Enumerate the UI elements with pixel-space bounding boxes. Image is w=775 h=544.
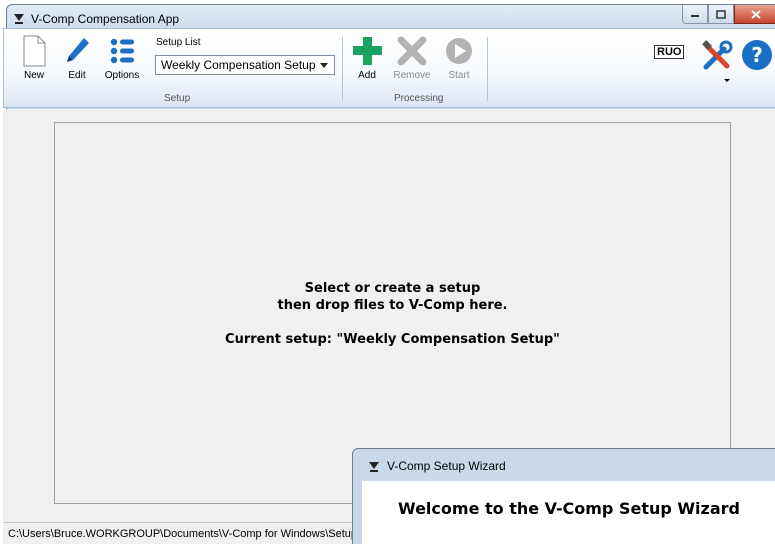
processing-group-label: Processing xyxy=(394,93,444,104)
remove-label: Remove xyxy=(393,70,431,81)
tools-icon[interactable] xyxy=(700,39,734,73)
close-button[interactable] xyxy=(734,5,775,24)
app-icon xyxy=(369,462,379,472)
current-setup-text: Current setup: "Weekly Compensation Setu… xyxy=(225,332,560,347)
tools-dropdown-caret-icon[interactable] xyxy=(724,79,730,82)
drop-instruction-line1: Select or create a setup xyxy=(304,281,481,296)
setup-group-label: Setup xyxy=(164,93,191,104)
app-icon xyxy=(14,14,24,24)
window-title: V-Comp Compensation App xyxy=(31,12,180,26)
minimize-icon xyxy=(691,15,699,17)
wizard-heading: Welcome to the V-Comp Setup Wizard xyxy=(398,499,740,518)
edit-button[interactable]: Edit xyxy=(55,35,99,85)
new-button[interactable]: New xyxy=(12,35,56,85)
maximize-button[interactable] xyxy=(708,5,734,24)
wizard-body: Welcome to the V-Comp Setup Wizard xyxy=(362,481,775,544)
start-button[interactable]: Start xyxy=(437,35,481,85)
caption-buttons xyxy=(682,5,775,25)
status-path: C:\Users\Bruce.WORKGROUP\Documents\V-Com… xyxy=(8,528,358,540)
ruo-badge[interactable]: RUO xyxy=(654,45,685,59)
svg-text:?: ? xyxy=(751,43,763,67)
options-button[interactable]: Options xyxy=(100,35,144,85)
maximize-icon xyxy=(716,9,726,19)
add-label: Add xyxy=(358,70,376,81)
wizard-title: V-Comp Setup Wizard xyxy=(387,459,506,473)
chevron-down-icon xyxy=(320,63,328,68)
group-separator xyxy=(342,37,343,101)
close-icon xyxy=(751,9,761,19)
add-button[interactable]: Add xyxy=(345,35,389,85)
new-document-icon xyxy=(23,35,46,67)
ribbon-toolbar: New Edit Options Setup List Weekly Compe… xyxy=(3,28,775,108)
remove-button[interactable]: Remove xyxy=(390,35,434,85)
remove-x-icon xyxy=(397,36,427,66)
drop-instruction-line2: then drop files to V-Comp here. xyxy=(277,298,508,313)
setup-list-dropdown[interactable]: Weekly Compensation Setup xyxy=(155,55,335,75)
help-icon[interactable]: ? xyxy=(741,39,773,71)
group-separator xyxy=(487,37,488,101)
minimize-button[interactable] xyxy=(682,5,708,24)
start-label: Start xyxy=(448,70,470,81)
list-icon xyxy=(110,38,134,64)
pencil-icon xyxy=(67,38,89,62)
play-icon xyxy=(446,38,472,64)
options-label: Options xyxy=(104,70,140,81)
file-drop-zone[interactable]: Select or create a setup then drop files… xyxy=(54,122,731,504)
setup-wizard-window[interactable]: V-Comp Setup Wizard Welcome to the V-Com… xyxy=(352,448,775,544)
new-label: New xyxy=(23,70,44,81)
edit-label: Edit xyxy=(68,70,86,81)
setup-list-value: Weekly Compensation Setup xyxy=(161,58,316,72)
plus-icon xyxy=(353,37,382,65)
setup-list-label: Setup List xyxy=(156,37,201,48)
